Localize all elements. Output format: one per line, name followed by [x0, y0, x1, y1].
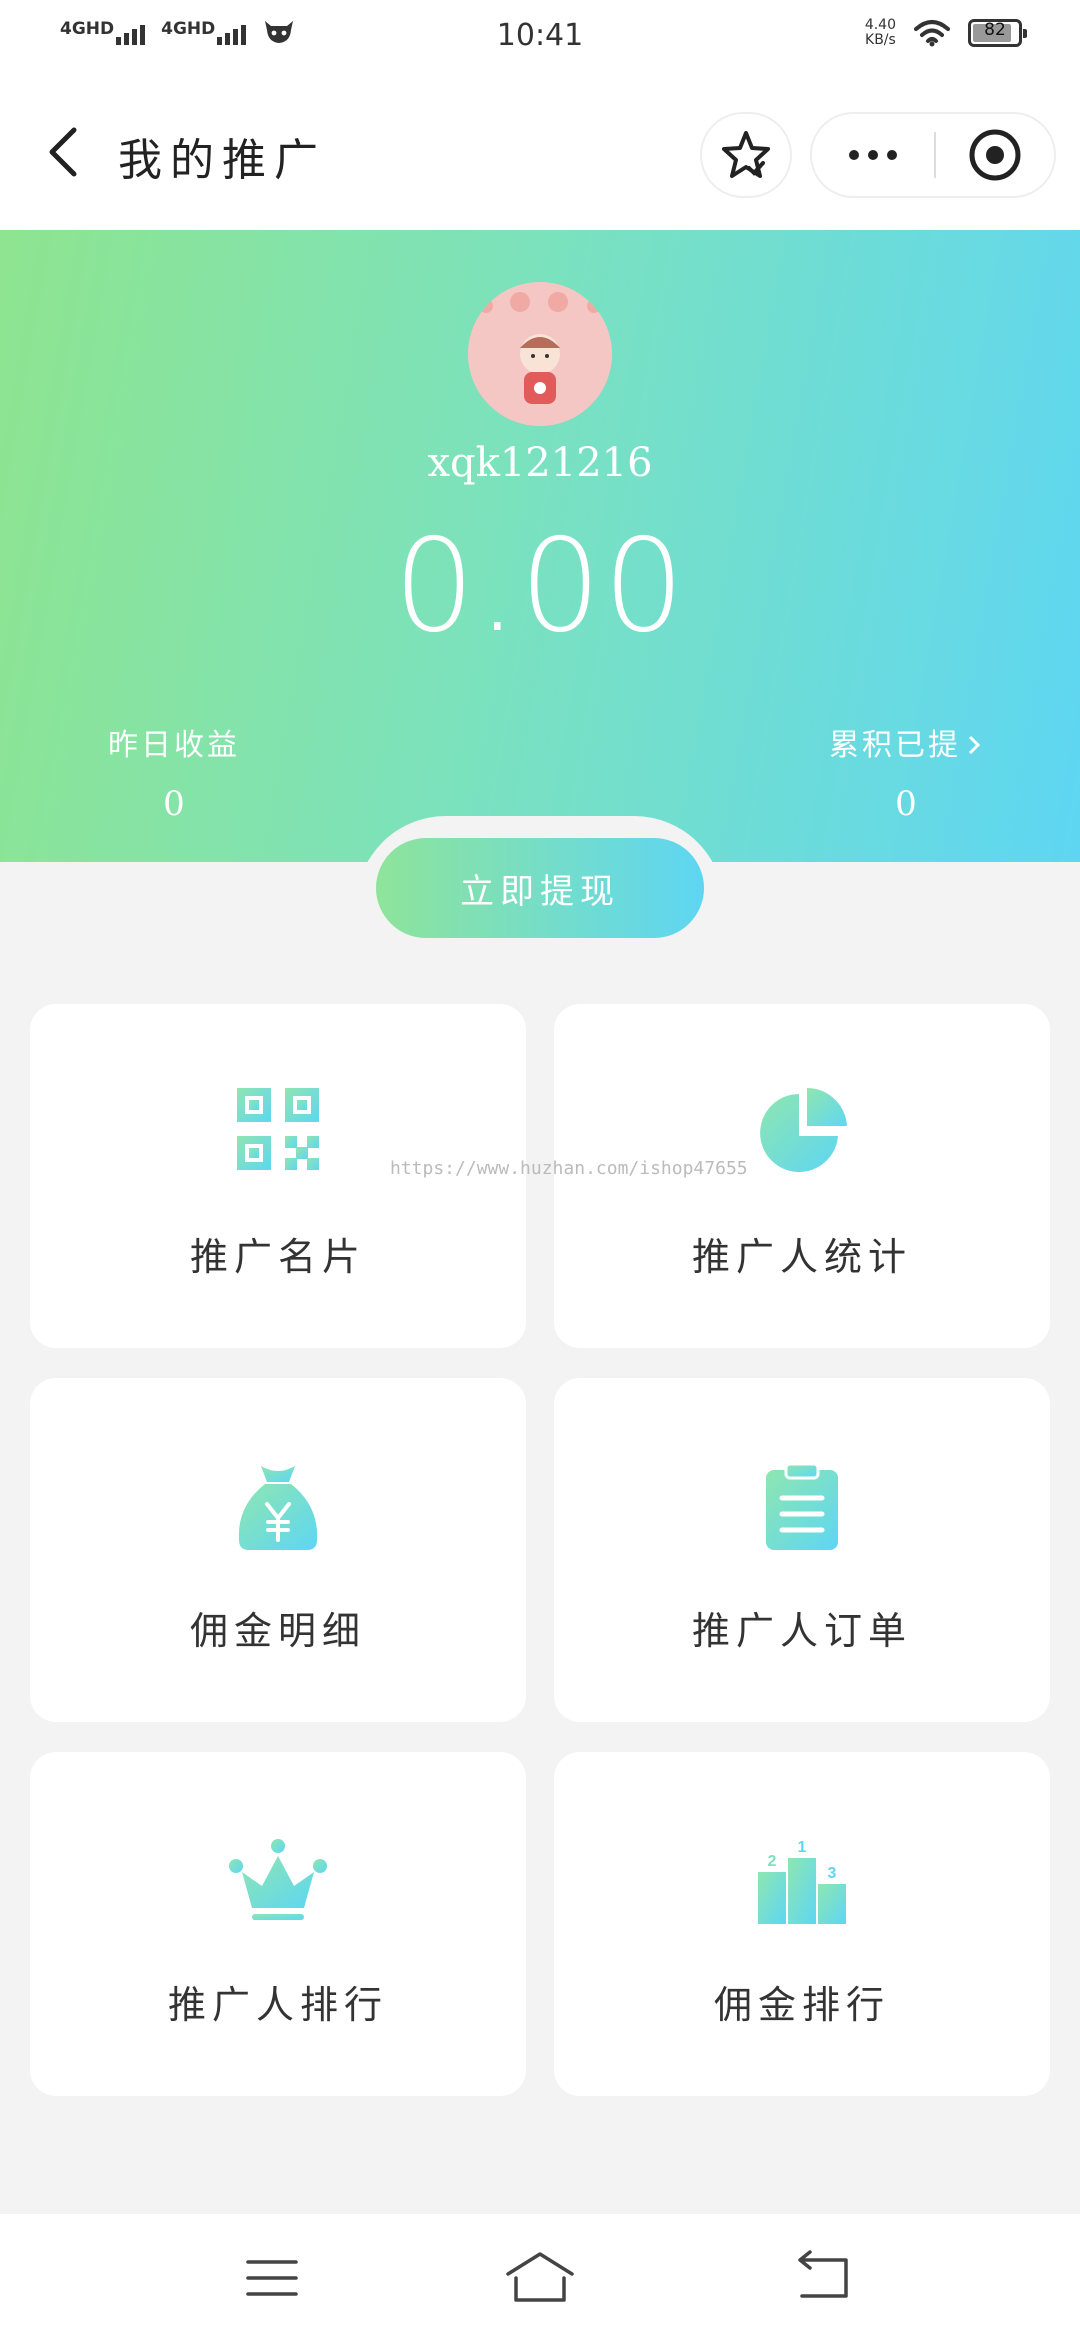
menu-card-commission-details[interactable]: 佣金明细: [30, 1378, 526, 1722]
network-speed-unit: KB/s: [865, 32, 896, 48]
nav-bar: 我的推广: [0, 78, 1080, 230]
watermark: https://www.huzhan.com/ishop47655: [390, 1158, 748, 1179]
balance-amount: 0.00: [393, 512, 687, 661]
menu-card-label: 佣金明细: [189, 1609, 366, 1653]
withdraw-button[interactable]: 立即提现: [376, 838, 704, 938]
qrcode-icon: [237, 1088, 319, 1170]
close-mini-program-button[interactable]: [936, 127, 1054, 183]
menu-card-label: 推广人统计: [691, 1235, 912, 1279]
menu-card-label: 佣金排行: [713, 1983, 890, 2027]
network-speed: 4.40 KB/s: [865, 18, 896, 48]
avatar[interactable]: [468, 282, 612, 426]
status-bar: 4GHD 4GHD 10:41 4.40 KB/s 82: [0, 0, 1080, 78]
system-navigation-bar: [0, 2214, 1080, 2340]
back-nav-icon[interactable]: [794, 2248, 854, 2308]
money-bag-icon: [238, 1466, 318, 1550]
podium-rank-1: 1: [798, 1839, 807, 1856]
menu-card-label: 推广人排行: [167, 1983, 388, 2027]
total-withdrawn-label: 累积已提: [776, 720, 1036, 764]
total-withdrawn[interactable]: 累积已提 0: [776, 720, 1036, 824]
podium-icon: 1 2 3: [758, 1839, 846, 1924]
favorite-button[interactable]: [700, 112, 792, 198]
menu-icon[interactable]: [242, 2248, 302, 2308]
username: xqk121216: [427, 440, 653, 486]
yesterday-earnings: 昨日收益 0: [44, 720, 304, 824]
menu-card-referral-ranking[interactable]: 推广人排行: [30, 1752, 526, 2096]
menu-card-label: 推广人订单: [691, 1609, 912, 1653]
status-right: 4.40 KB/s 82: [865, 18, 1027, 48]
wifi-icon: [914, 20, 950, 47]
podium-rank-2: 2: [768, 1853, 777, 1870]
pie-chart-icon: [760, 1088, 847, 1172]
network-speed-value: 4.40: [864, 17, 896, 33]
avatar-illustration: [468, 282, 612, 426]
podium-rank-3: 3: [828, 1865, 837, 1882]
home-icon[interactable]: [504, 2248, 576, 2308]
back-icon[interactable]: [36, 122, 96, 182]
battery-icon: 82: [968, 19, 1027, 47]
earnings-header: xqk121216 0.00 昨日收益 0 累积已提 0: [0, 230, 1080, 862]
star-icon: [722, 131, 770, 178]
total-withdrawn-text: 累积已提: [829, 728, 961, 763]
menu-card-commission-ranking[interactable]: 1 2 3 佣金排行: [554, 1752, 1050, 2096]
menu-card-label: 推广名片: [189, 1235, 366, 1279]
total-withdrawn-value: 0: [895, 784, 917, 824]
target-icon: [969, 129, 1021, 181]
crown-icon: [229, 1839, 327, 1920]
clipboard-icon: [766, 1462, 838, 1550]
yesterday-earnings-label: 昨日收益: [108, 728, 240, 763]
mini-program-capsule: [810, 112, 1056, 198]
page-title: 我的推广: [118, 135, 326, 186]
battery-level: 82: [984, 20, 1006, 40]
yesterday-earnings-value: 0: [163, 784, 185, 824]
chevron-right-icon: [968, 735, 981, 755]
menu-card-referral-orders[interactable]: 推广人订单: [554, 1378, 1050, 1722]
more-icon[interactable]: [812, 150, 934, 160]
